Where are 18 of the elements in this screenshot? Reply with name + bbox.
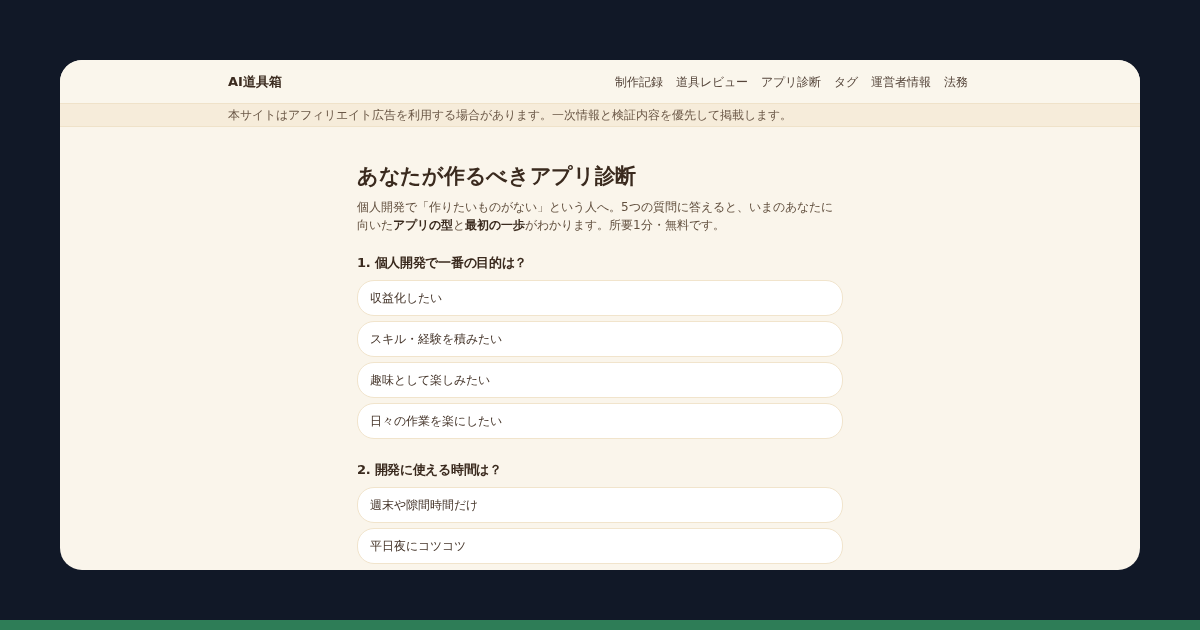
site-logo-link[interactable]: AI道具箱 <box>228 71 282 92</box>
nav-link[interactable]: 法務 <box>944 73 968 90</box>
nav-link[interactable]: アプリ診断 <box>761 73 821 90</box>
nav-link[interactable]: タグ <box>834 73 858 90</box>
page-title: あなたが作るべきアプリ診断 <box>357 163 638 190</box>
answer-option[interactable]: 週末や隙間時間だけ <box>357 487 843 523</box>
answer-option[interactable]: 平日夜にコツコツ <box>357 528 843 564</box>
question-heading: 1. 個人開発で一番の目的は？ <box>357 254 528 272</box>
nav-link[interactable]: 制作記録 <box>615 73 663 90</box>
answer-option[interactable]: 収益化したい <box>357 280 843 316</box>
nav-link[interactable]: 運営者情報 <box>871 73 931 90</box>
answer-option[interactable]: 趣味として楽しみたい <box>357 362 843 398</box>
question-heading: 2. 開発に使える時間は？ <box>357 461 503 479</box>
nav-link[interactable]: 道具レビュー <box>676 73 748 90</box>
answer-option[interactable]: 日々の作業を楽にしたい <box>357 403 843 439</box>
answer-option[interactable]: スキル・経験を積みたい <box>357 321 843 357</box>
notice-text: 本サイトはアフィリエイト広告を利用する場合があります。一次情報と検証内容を優先して掲載します。 <box>228 107 792 123</box>
intro-text: 個人開発で「作りたいものがない」という人へ。5つの質問に答えると、いまのあなたに向いたアプリの型と最初の一歩がわかります。所要1分・無料です。 <box>357 199 834 234</box>
